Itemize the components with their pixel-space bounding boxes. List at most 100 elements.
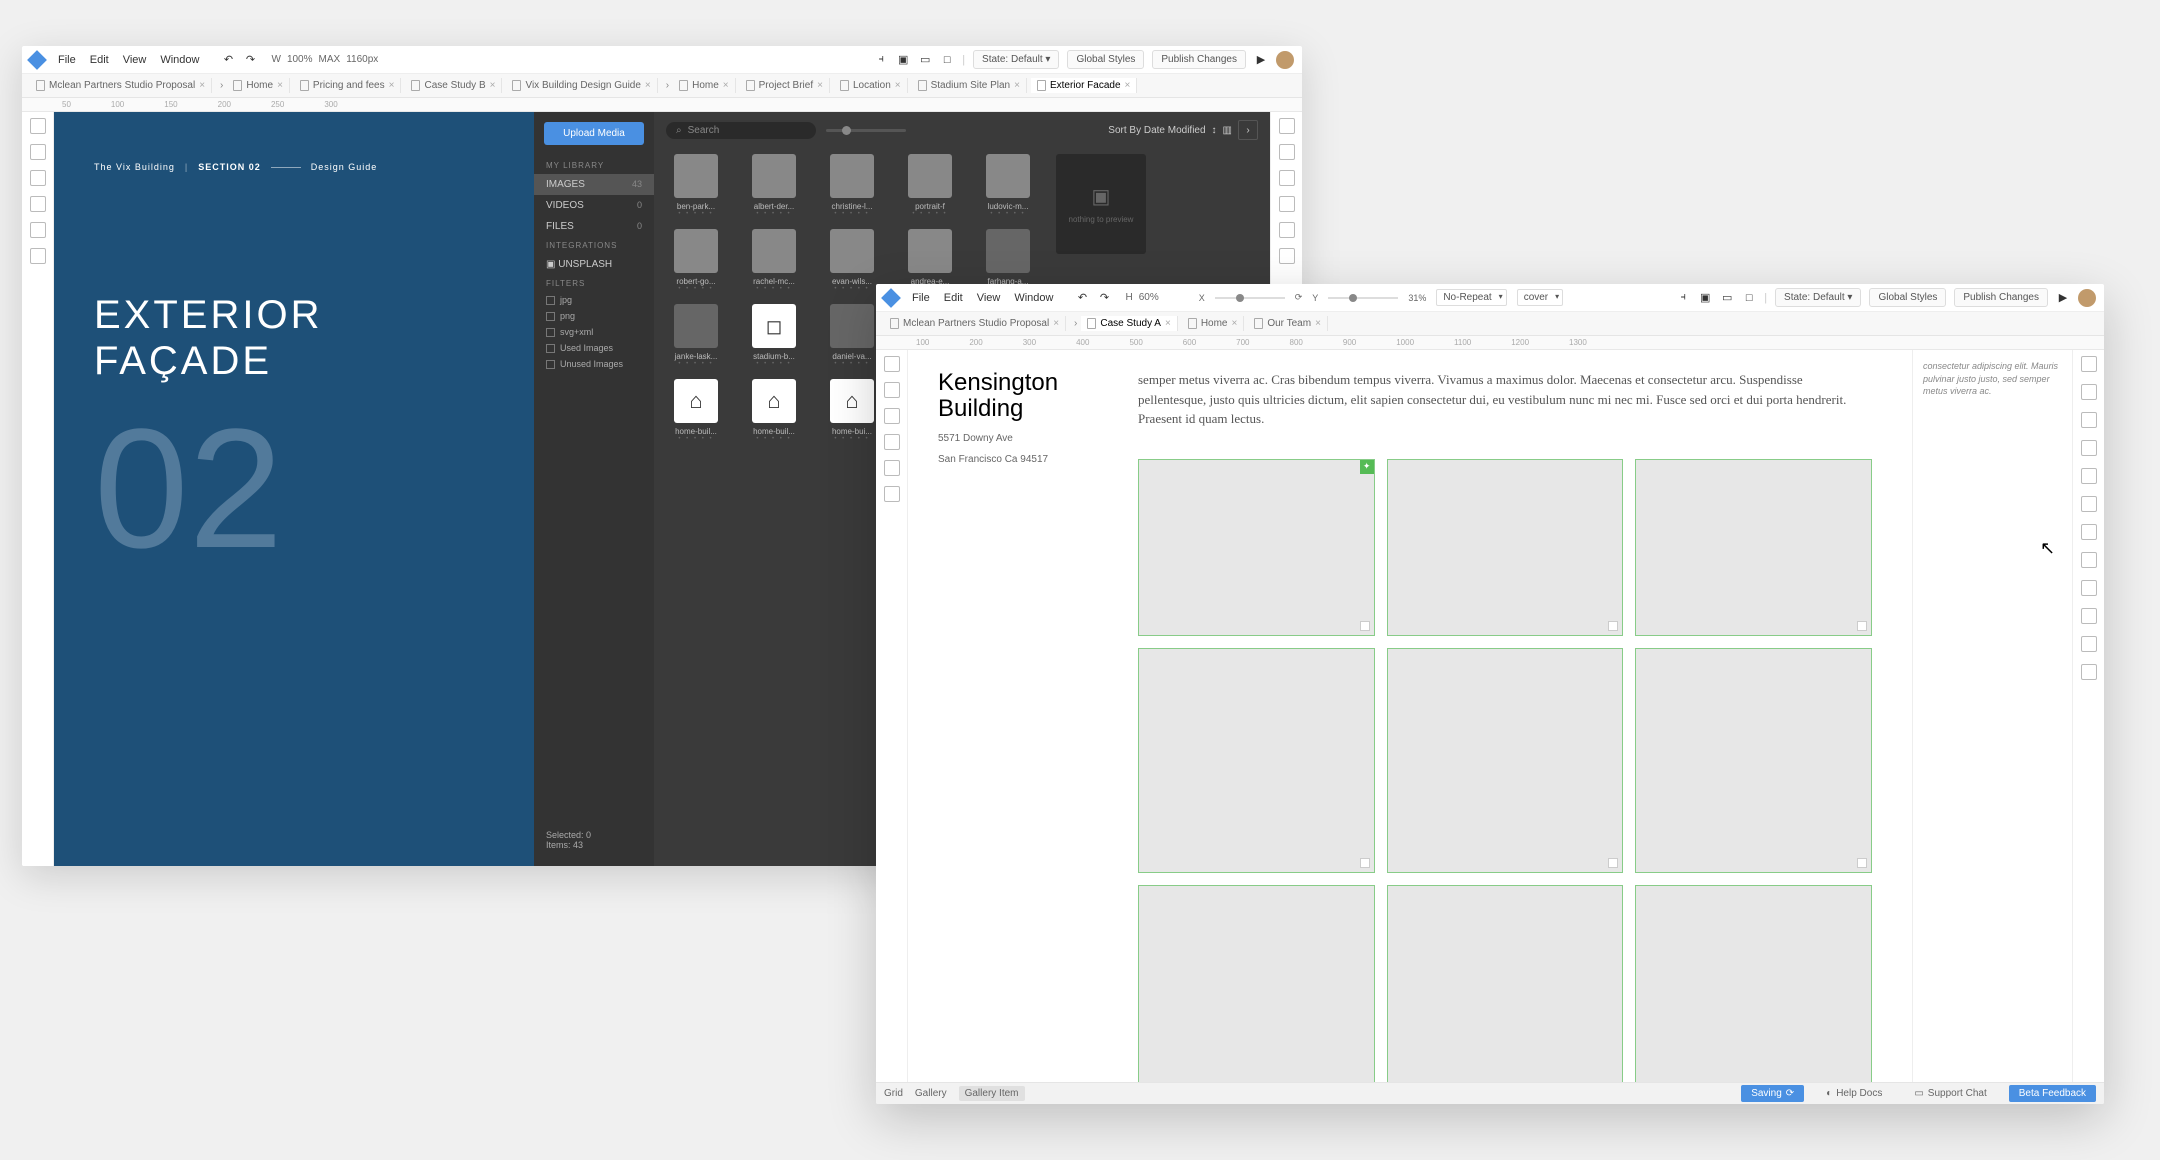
gallery-item[interactable] [1387,885,1624,1082]
media-asset[interactable]: ⌂home-buil...• • • • • [744,379,804,442]
gallery-item[interactable]: ✦ [1138,459,1375,636]
media-asset[interactable]: albert-der...• • • • • [744,154,804,217]
media-asset[interactable]: robert-go...• • • • • [666,229,726,292]
tab-home2[interactable]: Home× [673,78,736,93]
fill-inspector-icon[interactable] [2081,412,2097,428]
sort-direction-icon[interactable]: ↕ [1212,125,1217,136]
breadcrumb-gallery[interactable]: Gallery [915,1088,947,1099]
filter-unused[interactable]: Unused Images [534,356,654,372]
layers-icon[interactable] [1279,222,1295,238]
frame-tool-icon[interactable] [30,144,46,160]
text-inspector-icon[interactable] [2081,356,2097,372]
breadcrumb-grid[interactable]: Grid [884,1088,903,1099]
media-asset[interactable]: evan-wils...• • • • • [822,229,882,292]
user-avatar[interactable] [2078,289,2096,307]
grid-tool-icon[interactable] [884,434,900,450]
menu-view[interactable]: View [123,54,147,66]
close-icon[interactable]: × [490,80,496,91]
image-inspector-icon[interactable] [1279,170,1295,186]
tab-proposal[interactable]: Mclean Partners Studio Proposal× [884,316,1066,331]
document-canvas[interactable]: Kensington Building 5571 Downy Ave San F… [908,350,1912,1082]
border-inspector-icon[interactable] [2081,440,2097,456]
close-icon[interactable]: × [1014,80,1020,91]
state-dropdown[interactable]: State: Default ▾ [1775,288,1861,307]
help-docs-button[interactable]: ◐ Help Docs [1816,1085,1892,1102]
style-inspector-icon[interactable] [1279,144,1295,160]
filter-used[interactable]: Used Images [534,340,654,356]
close-icon[interactable]: × [199,80,205,91]
next-page-icon[interactable]: › [1238,120,1258,140]
tab-home[interactable]: Home× [227,78,290,93]
media-asset[interactable]: farhang-a...• • • • • [978,229,1038,292]
tab-location[interactable]: Location× [834,78,908,93]
user-avatar[interactable] [1276,51,1294,69]
media-asset[interactable]: daniel-va...• • • • • [822,304,882,367]
view-icon[interactable]: ▥ [1223,125,1232,136]
touch-icon[interactable] [2081,664,2097,680]
media-asset[interactable]: ⌂home-bui...• • • • • [822,379,882,442]
tab-project-brief[interactable]: Project Brief× [740,78,830,93]
settings-icon[interactable] [1279,196,1295,212]
media-asset[interactable]: andrea-e...• • • • • [900,229,960,292]
library-videos[interactable]: VIDEOS0 [534,195,654,216]
publish-button[interactable]: Publish Changes [1152,50,1246,69]
align-inspector-icon[interactable] [2081,468,2097,484]
code-tool-icon[interactable] [30,248,46,264]
close-icon[interactable]: × [1053,318,1059,329]
tab-pricing[interactable]: Pricing and fees× [294,78,402,93]
color-inspector-icon[interactable] [2081,580,2097,596]
beta-feedback-button[interactable]: Beta Feedback [2009,1085,2096,1102]
upload-media-button[interactable]: Upload Media [544,122,644,145]
gallery-item[interactable] [1635,885,1872,1082]
layout-icon[interactable]: ▭ [1720,291,1734,305]
x-slider[interactable] [1215,297,1285,299]
grid-tool-icon[interactable] [30,196,46,212]
menu-view[interactable]: View [977,292,1001,304]
menu-edit[interactable]: Edit [944,292,963,304]
tab-exterior-facade[interactable]: Exterior Facade× [1031,78,1137,93]
media-asset[interactable]: rachel-mc...• • • • • [744,229,804,292]
close-icon[interactable]: × [1232,318,1238,329]
height-value[interactable]: 60% [1139,292,1159,303]
y-slider[interactable] [1328,297,1398,299]
media-asset[interactable]: ludovic-m...• • • • • [978,154,1038,217]
tab-home[interactable]: Home× [1182,316,1245,331]
close-icon[interactable]: × [817,80,823,91]
tab-vix-guide[interactable]: Vix Building Design Guide× [506,78,657,93]
gallery-item[interactable] [1387,648,1624,873]
undo-icon[interactable]: ↶ [1075,291,1089,305]
code-tool-icon[interactable] [884,486,900,502]
anchor-tool-icon[interactable] [30,222,46,238]
close-icon[interactable]: × [895,80,901,91]
layers-inspector-icon[interactable] [2081,524,2097,540]
undo-icon[interactable]: ↶ [221,53,235,67]
tab-our-team[interactable]: Our Team× [1248,316,1328,331]
app-logo[interactable] [881,288,901,308]
align-icon[interactable]: ⫞ [1676,291,1690,305]
width-value[interactable]: 100% [287,54,313,65]
effects-inspector-icon[interactable] [2081,552,2097,568]
tab-proposal[interactable]: Mclean Partners Studio Proposal× [30,78,212,93]
menu-window[interactable]: Window [1014,292,1053,304]
global-styles-button[interactable]: Global Styles [1067,50,1144,69]
media-asset[interactable]: ⌂home-buil...• • • • • [666,379,726,442]
menu-file[interactable]: File [912,292,930,304]
device-icon[interactable]: □ [1742,291,1756,305]
gallery-item[interactable] [1635,648,1872,873]
library-files[interactable]: FILES0 [534,216,654,237]
media-asset[interactable]: christine-l...• • • • • [822,154,882,217]
max-value[interactable]: 1160px [346,54,378,65]
lock-icon[interactable]: ⟳ [1295,292,1303,303]
more-icon[interactable] [1279,248,1295,264]
publish-button[interactable]: Publish Changes [1954,288,2048,307]
tab-casestudy-a[interactable]: Case Study A× [1081,316,1177,331]
cover-dropdown[interactable]: cover [1517,289,1563,306]
close-icon[interactable]: × [277,80,283,91]
image-icon[interactable]: ▣ [1698,291,1712,305]
select-tool-icon[interactable] [30,118,46,134]
canvas-page[interactable]: The Vix Building | SECTION 02 Design Gui… [54,112,534,866]
play-icon[interactable]: ▶ [2056,291,2070,305]
play-icon[interactable]: ▶ [1254,53,1268,67]
media-search-input[interactable]: ⌕ Search [666,122,816,139]
select-tool-icon[interactable] [884,356,900,372]
